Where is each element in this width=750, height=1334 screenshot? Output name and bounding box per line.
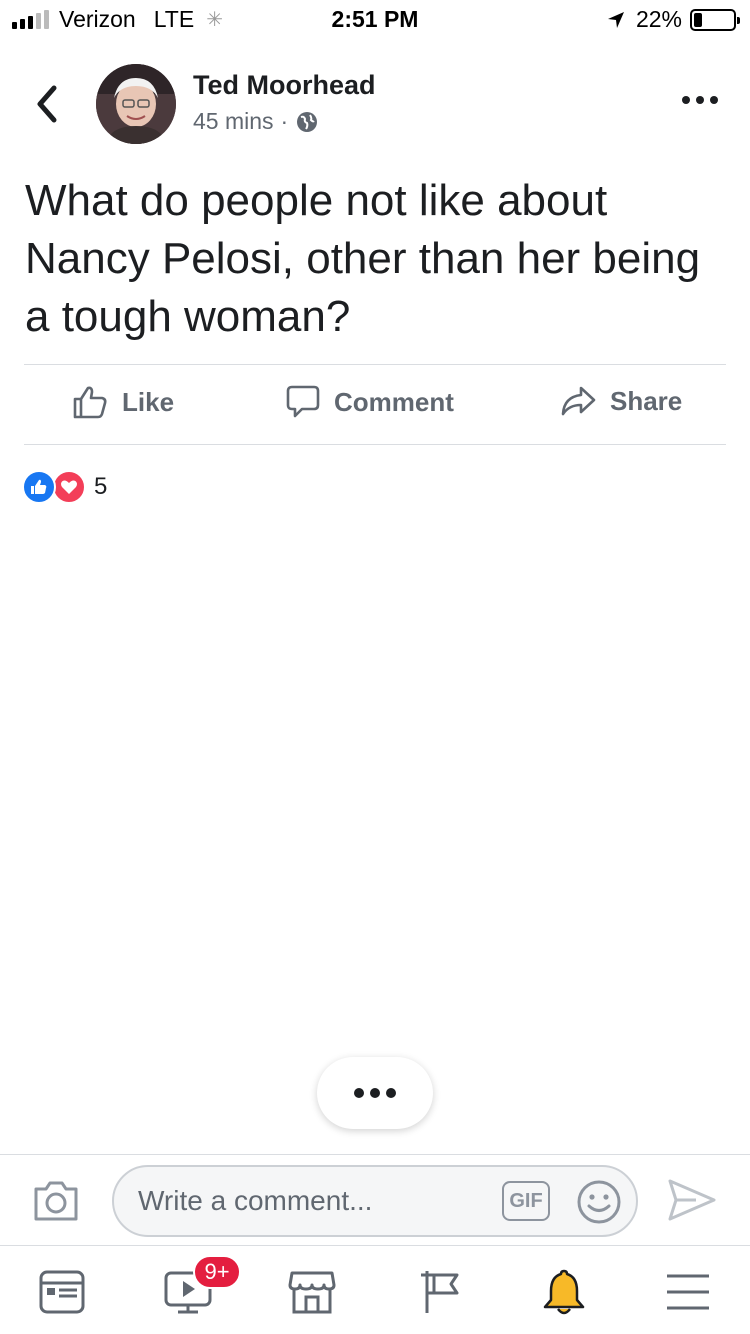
comment-button[interactable]: Comment: [286, 384, 454, 420]
post-time: 45 mins: [193, 108, 274, 134]
comment-bubble-icon: [286, 385, 320, 418]
camera-icon[interactable]: [32, 1179, 80, 1223]
divider: [24, 364, 726, 365]
battery-percent: 22%: [635, 6, 682, 32]
tab-marketplace[interactable]: [282, 1265, 342, 1319]
share-button[interactable]: Share: [560, 384, 682, 418]
marketplace-icon: [288, 1271, 336, 1314]
share-arrow-icon: [561, 386, 596, 416]
post-actions: Like Comment Share: [0, 366, 750, 444]
menu-icon: [667, 1274, 709, 1310]
post-meta: 45 mins ·: [193, 108, 319, 135]
divider: [24, 444, 726, 445]
comment-label: Comment: [334, 386, 454, 417]
reaction-count: 5: [94, 473, 108, 500]
gif-button[interactable]: GIF: [502, 1181, 550, 1221]
post-text: What do people not like about Nancy Pelo…: [25, 176, 701, 341]
like-label: Like: [122, 386, 175, 417]
bottom-tab-bar: [0, 1247, 750, 1334]
profile-photo: [96, 64, 176, 144]
comment-placeholder: Write a comment...: [138, 1185, 373, 1216]
location-arrow-icon: [607, 11, 624, 28]
comment-input[interactable]: Write a comment... GIF: [112, 1165, 638, 1237]
globe-icon: [297, 111, 318, 132]
emoji-icon[interactable]: [576, 1179, 622, 1225]
post-header: Ted Moorhead 45 mins ·: [0, 60, 750, 150]
comment-composer: Write a comment... GIF: [0, 1154, 750, 1246]
love-reaction-icon: [52, 470, 86, 504]
meta-separator: ·: [280, 108, 289, 134]
loading-indicator: [317, 1057, 433, 1129]
like-reaction-icon: [22, 470, 56, 504]
reaction-summary[interactable]: 5: [22, 470, 107, 504]
battery-fill: [694, 12, 703, 27]
tab-news-feed[interactable]: [32, 1265, 92, 1319]
share-label: Share: [610, 385, 683, 416]
pages-icon: [421, 1271, 459, 1313]
back-chevron-icon[interactable]: [28, 80, 68, 128]
avatar[interactable]: [96, 64, 176, 144]
tab-notifications[interactable]: [534, 1265, 594, 1319]
status-right: 22%: [606, 6, 740, 33]
tab-pages[interactable]: [408, 1265, 468, 1319]
like-button[interactable]: Like: [72, 384, 174, 420]
news-feed-icon: [39, 1270, 85, 1314]
notifications-icon: [543, 1269, 585, 1315]
author-name[interactable]: Ted Moorhead: [193, 70, 376, 101]
status-bar: Verizon LTE ✳ 2:51 PM 22%: [0, 0, 750, 40]
battery-icon: [690, 8, 740, 31]
thumbs-up-icon: [73, 386, 107, 419]
more-options-icon[interactable]: [680, 90, 720, 110]
watch-badge: 9+: [193, 1255, 241, 1289]
send-icon[interactable]: [666, 1177, 718, 1223]
tab-menu[interactable]: [658, 1265, 718, 1319]
